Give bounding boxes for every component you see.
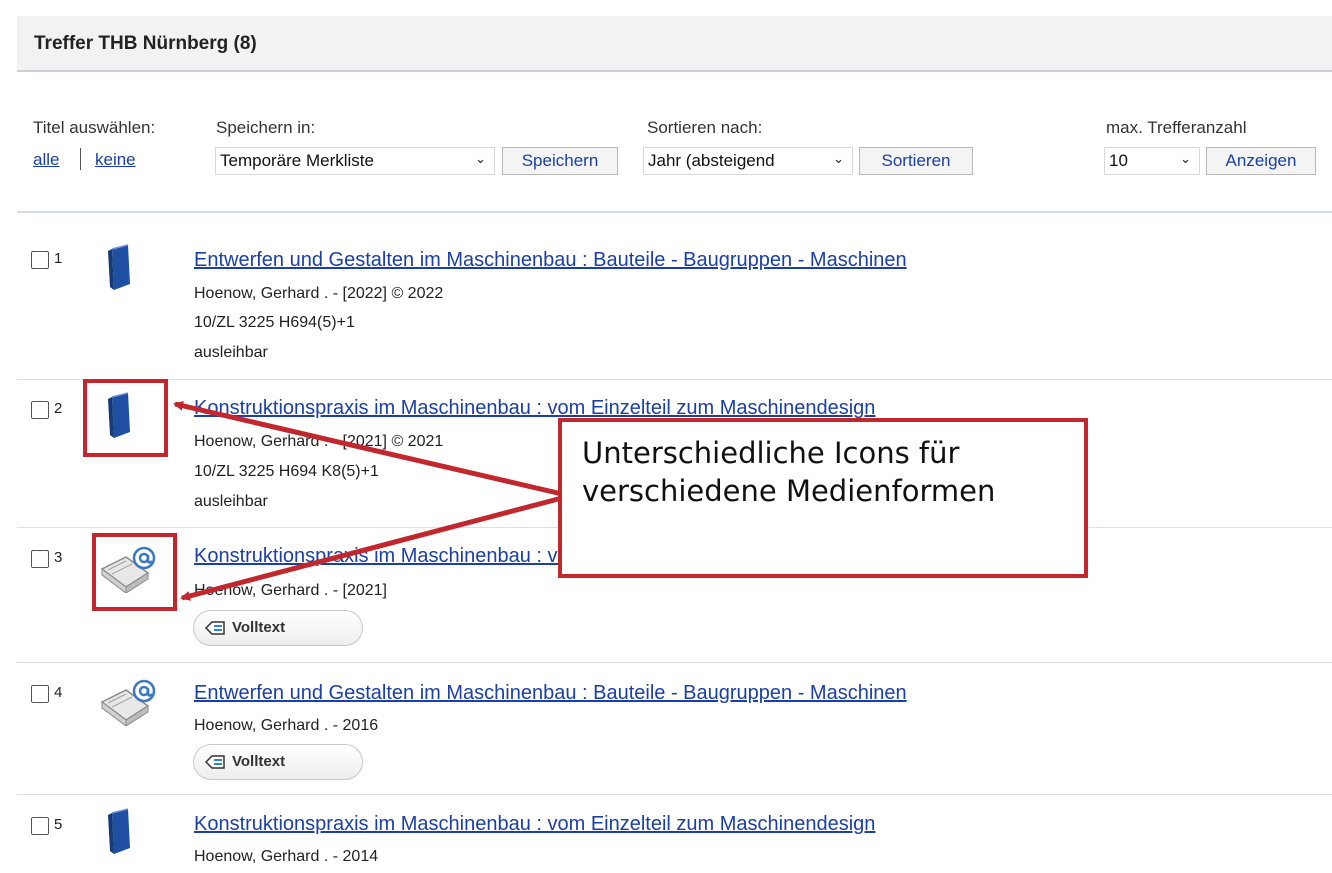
- annotation-arrow: [173, 400, 563, 497]
- annotation-arrow: [180, 495, 563, 601]
- annotation-text: Unterschiedliche Icons für verschiedene …: [582, 436, 996, 508]
- annotation-callout: Unterschiedliche Icons für verschiedene …: [558, 418, 1088, 578]
